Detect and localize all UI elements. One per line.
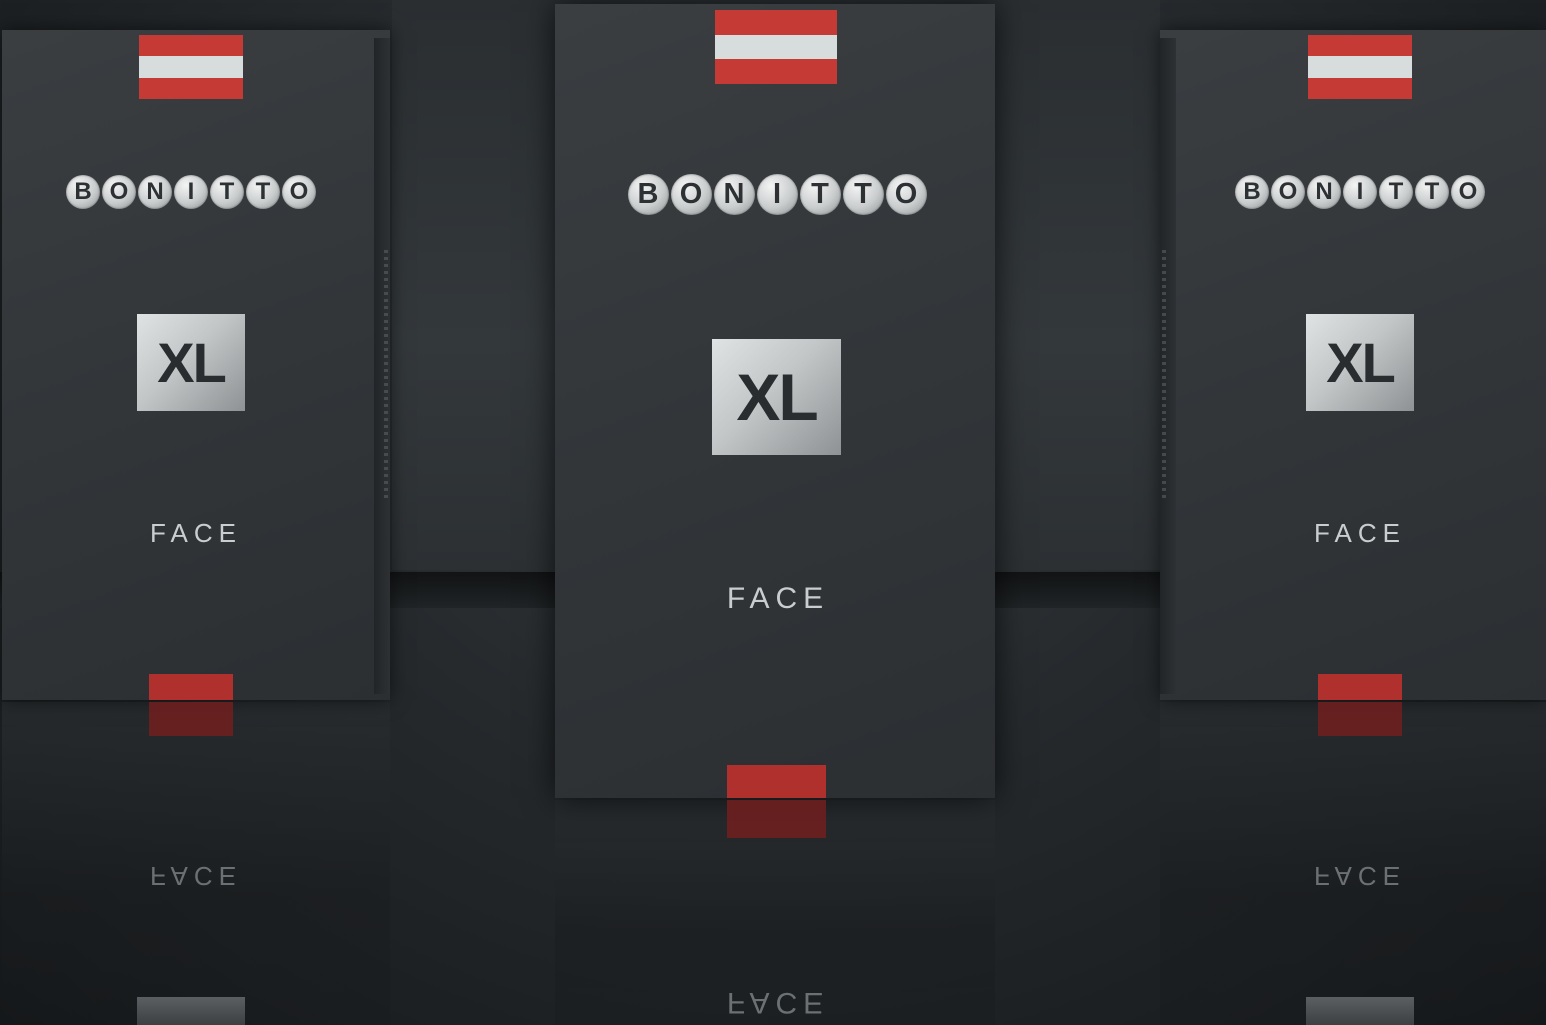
brand-letter: B — [627, 174, 669, 215]
brand-letter: B — [1235, 175, 1269, 209]
brand-letter: N — [138, 175, 172, 209]
austria-flag — [1308, 35, 1412, 99]
brand-logo: B O N I T T O — [618, 174, 936, 215]
red-tab-reflection — [1318, 702, 1402, 736]
brand-letter: T — [842, 174, 884, 215]
size-badge: XL — [137, 314, 245, 411]
product-scene: B O N I T T O XL FACE FACE B O N I T T O… — [0, 0, 1546, 1025]
brand-letter: I — [756, 174, 798, 215]
face-reflection-left: FACE — [150, 861, 242, 891]
size-badge: XL — [712, 339, 841, 455]
brand-letter: I — [1343, 175, 1377, 209]
product-type-label: FACE — [726, 582, 830, 615]
red-tab — [149, 674, 233, 700]
austria-flag — [139, 35, 243, 99]
brand-letter: O — [670, 174, 712, 215]
product-box-center: B O N I T T O XL FACE — [555, 4, 995, 798]
brand-letter: O — [1451, 175, 1485, 209]
brand-letter: N — [1307, 175, 1341, 209]
brand-letter: B — [66, 175, 100, 209]
brand-letter: O — [282, 175, 316, 209]
face-reflection-center: FACE — [726, 986, 830, 1019]
size-badge: XL — [1306, 314, 1414, 411]
product-box-right: B O N I T T O XL FACE — [1160, 30, 1546, 700]
brand-letter: T — [1379, 175, 1413, 209]
brand-letter: O — [102, 175, 136, 209]
brand-letter: O — [885, 174, 927, 215]
brand-letter: T — [799, 174, 841, 215]
brand-logo: B O N I T T O — [57, 175, 325, 209]
size-badge-reflection — [1306, 997, 1414, 1025]
spine-print — [384, 250, 388, 500]
brand-letter: T — [210, 175, 244, 209]
brand-letter: T — [246, 175, 280, 209]
brand-letter: O — [1271, 175, 1305, 209]
brand-logo: B O N I T T O — [1226, 175, 1494, 209]
product-type-label: FACE — [150, 518, 242, 548]
red-tab — [1318, 674, 1402, 700]
austria-flag — [715, 10, 837, 85]
face-reflection-right: FACE — [1314, 861, 1406, 891]
back-box-left — [392, 0, 557, 570]
size-badge-reflection — [137, 997, 245, 1025]
product-type-label: FACE — [1314, 518, 1406, 548]
product-box-left: B O N I T T O XL FACE — [2, 30, 390, 700]
red-tab — [727, 765, 826, 798]
red-tab-reflection — [149, 702, 233, 736]
brand-letter: N — [713, 174, 755, 215]
brand-letter: I — [174, 175, 208, 209]
brand-letter: T — [1415, 175, 1449, 209]
back-box-right — [995, 0, 1160, 570]
red-tab-reflection — [727, 800, 826, 838]
spine-print — [1162, 250, 1166, 500]
